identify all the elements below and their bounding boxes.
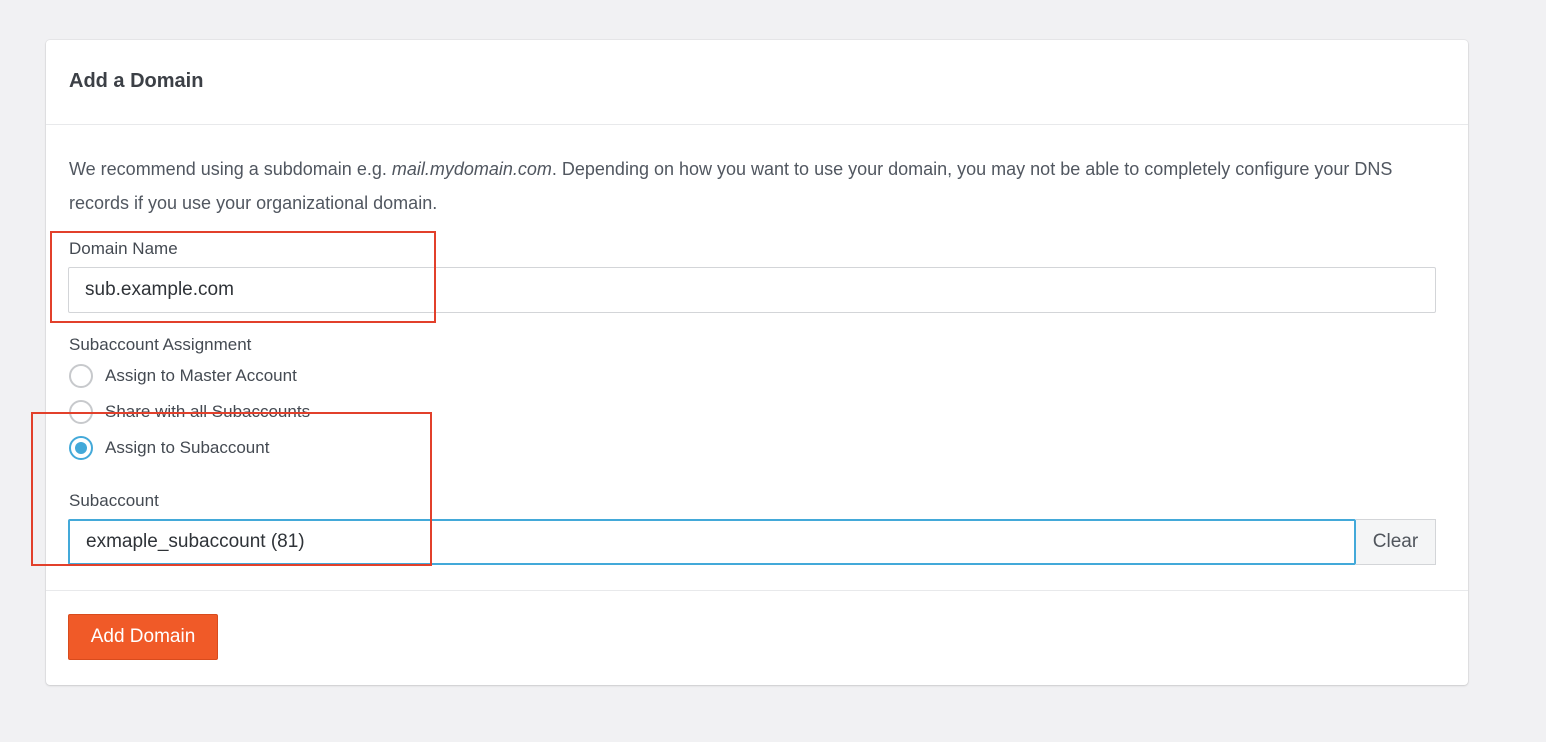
- radio-button-checked[interactable]: [69, 436, 93, 460]
- add-domain-button[interactable]: Add Domain: [68, 614, 218, 660]
- add-domain-card: Add a Domain We recommend using a subdom…: [46, 40, 1468, 685]
- radio-assign-subaccount[interactable]: Assign to Subaccount: [69, 436, 269, 460]
- radio-label: Assign to Master Account: [105, 366, 297, 385]
- radio-label: Assign to Subaccount: [105, 438, 270, 457]
- card-footer: Add Domain: [46, 591, 1468, 683]
- radio-share-all[interactable]: Share with all Subaccounts: [69, 400, 310, 424]
- card-header: Add a Domain: [46, 40, 1468, 125]
- intro-text-before: We recommend using a subdomain e.g.: [69, 159, 392, 179]
- radio-button[interactable]: [69, 400, 93, 424]
- subaccount-assignment-label: Subaccount Assignment: [69, 335, 252, 354]
- radio-label: Share with all Subaccounts: [105, 402, 311, 421]
- domain-name-label: Domain Name: [69, 239, 178, 258]
- domain-name-input[interactable]: [68, 267, 1436, 313]
- intro-text: We recommend using a subdomain e.g. mail…: [69, 152, 1429, 220]
- card-body: We recommend using a subdomain e.g. mail…: [46, 125, 1468, 591]
- radio-assign-master[interactable]: Assign to Master Account: [69, 364, 297, 388]
- radio-button[interactable]: [69, 364, 93, 388]
- page-title: Add a Domain: [69, 70, 204, 92]
- subaccount-label: Subaccount: [69, 491, 159, 510]
- clear-button[interactable]: Clear: [1356, 519, 1436, 565]
- subaccount-input[interactable]: [68, 519, 1356, 565]
- intro-example-domain: mail.mydomain.com: [391, 159, 552, 179]
